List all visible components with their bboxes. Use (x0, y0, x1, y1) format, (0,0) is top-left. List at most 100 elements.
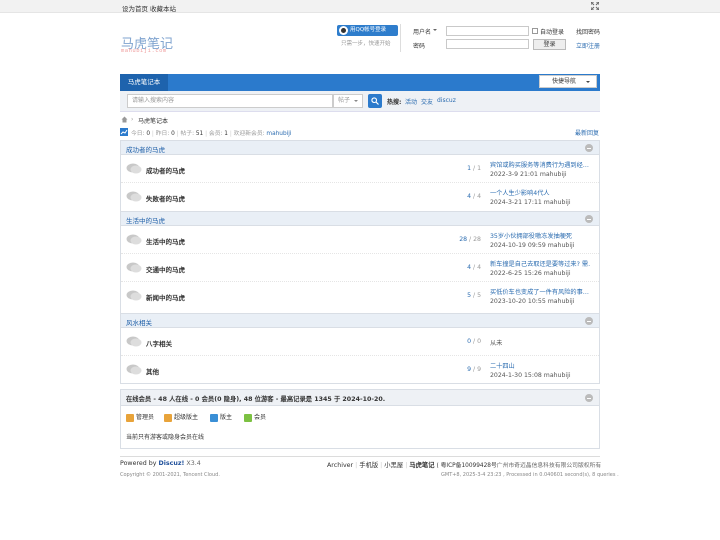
quick-nav-dropdown[interactable]: 快捷导航 (539, 75, 597, 88)
online-summary[interactable]: 在线会员 - 48 人在线 - 0 会员(0 隐身), 48 位游客 - 最高记… (121, 390, 599, 406)
main-nav (120, 74, 600, 91)
breadcrumb-separator: › (131, 116, 134, 123)
forum-bubble-icon (126, 364, 142, 375)
member-icon (244, 413, 252, 422)
login-button[interactable]: 登录 (533, 39, 566, 50)
set-home-link[interactable]: 设为首页 (122, 3, 148, 13)
last-post-title[interactable]: 35岁小伙拥部役嗷冻发抽梗死 (490, 231, 590, 240)
bookmark-link[interactable]: 收藏本站 (150, 3, 176, 13)
search-type-select[interactable]: 帖子 (333, 94, 363, 108)
last-post-info: 2023-10-20 10:55 mahubiji (490, 298, 575, 305)
category-block: 成功者的马虎 成功者的马虎 1 / 1 宾馆或购买服务等消费行为遇到经… 202… (120, 140, 600, 212)
forum-bubble-icon (126, 336, 142, 347)
last-post-title[interactable]: 一个人生少影响4代人 (490, 188, 590, 197)
nav-tab-home[interactable]: 马虎笔记本 (120, 74, 168, 91)
fullscreen-icon[interactable] (591, 2, 599, 10)
legend-moderator: 版主 (210, 412, 232, 422)
hot-search-link[interactable]: 活动 (405, 97, 417, 106)
icp-link[interactable]: ( 粤ICP备10099428号 (437, 463, 497, 469)
forum-row: 失败者的马虎 4 / 4 一个人生少影响4代人 2024-3-21 17:11 … (121, 183, 599, 211)
forum-row: 新闻中的马虎 5 / 5 买低价车也变成了一件有风险的事… 2023-10-20… (121, 282, 599, 310)
forum-counts: 4 / 4 (467, 264, 481, 271)
search-icon (371, 97, 379, 105)
forum-name[interactable]: 生活中的马虎 (146, 236, 185, 246)
last-post-info: 2024-3-21 17:11 mahubiji (490, 199, 571, 206)
hot-search-link[interactable]: 交友 (421, 97, 433, 106)
blacklist-link[interactable]: 小黑屋 (384, 462, 403, 469)
discuz-link[interactable]: Discuz! (159, 460, 185, 467)
company-text: 广州市奇迈晶信息科技有限公司版权所有 (496, 463, 602, 469)
last-post-title[interactable]: 买低价车也变成了一件有风险的事… (490, 287, 590, 296)
category-block: 风水相关 八字相关 0 / 0 从未 其他 9 / 9 二十四山 2024-1-… (120, 314, 600, 384)
collapse-icon[interactable] (585, 317, 593, 325)
processing-info: GMT+8, 2025-3-4 23:23 , Processed in 0.0… (441, 472, 619, 478)
search-button[interactable] (368, 94, 382, 108)
username-input[interactable] (446, 26, 529, 36)
footer-divider (120, 456, 600, 457)
search-input[interactable]: 请输入搜索内容 (127, 94, 333, 108)
forum-bubble-icon (126, 163, 142, 174)
find-password-link[interactable]: 找回密码 (576, 27, 600, 36)
footer-links: Archiver | 手机版 | 小黑屋 | 马虎笔记 ( 粤ICP备10099… (327, 462, 602, 469)
forum-name[interactable]: 交通中的马虎 (146, 264, 185, 274)
archiver-link[interactable]: Archiver (327, 462, 353, 469)
home-icon[interactable] (121, 116, 128, 123)
collapse-icon[interactable] (585, 394, 593, 402)
category-block: 生活中的马虎 生活中的马虎 28 / 28 35岁小伙拥部役嗷冻发抽梗死 202… (120, 212, 600, 314)
forum-row: 其他 9 / 9 二十四山 2024-1-30 15:08 mahubiji (121, 356, 599, 384)
mobile-link[interactable]: 手机版 (359, 462, 378, 469)
qq-login-button[interactable]: 用QQ帐号登录 (337, 25, 398, 36)
forum-row: 生活中的马虎 28 / 28 35岁小伙拥部役嗷冻发抽梗死 2024-10-19… (121, 226, 599, 254)
category-header: 生活中的马虎 (121, 212, 599, 226)
category-title[interactable]: 风水相关 (126, 317, 152, 327)
forum-name[interactable]: 成功者的马虎 (146, 165, 185, 175)
auto-login-label: 自动登录 (540, 29, 565, 36)
forum-name[interactable]: 八字相关 (146, 338, 172, 348)
copyright: Copyright © 2001-2021, Tencent Cloud. (120, 472, 220, 478)
hot-search-link[interactable]: discuz (437, 97, 456, 104)
chevron-down-icon[interactable] (433, 29, 437, 33)
last-post-info: 2024-10-19 09:59 mahubiji (490, 242, 575, 249)
forum-counts: 1 / 1 (467, 165, 481, 172)
category-title[interactable]: 成功者的马虎 (126, 144, 165, 154)
forum-bubble-icon (126, 234, 142, 245)
forum-name[interactable]: 其他 (146, 366, 159, 376)
forum-bubble-icon (126, 191, 142, 202)
moderator-icon (210, 413, 218, 422)
collapse-icon[interactable] (585, 215, 593, 223)
site-name-link[interactable]: 马虎笔记 (409, 462, 434, 469)
breadcrumb-current[interactable]: 马虎笔记本 (138, 116, 168, 125)
category-title[interactable]: 生活中的马虎 (126, 215, 165, 225)
category-header: 风水相关 (121, 314, 599, 328)
forum-counts: 5 / 5 (467, 292, 481, 299)
super-moderator-icon (164, 413, 172, 422)
qq-icon (339, 26, 348, 35)
password-input[interactable] (446, 39, 529, 49)
qq-login-note: 只需一步，快速开始 (341, 41, 391, 47)
collapse-icon[interactable] (585, 144, 593, 152)
powered-by: Powered by Discuz! X3.4 (120, 460, 201, 467)
last-post-title[interactable]: 二十四山 (490, 361, 590, 370)
forum-stats: 今日: 0 | 昨日: 0 | 帖子: 51 | 会员: 1 | 欢迎新会员: … (131, 131, 292, 137)
last-post-title[interactable]: 新车撞是自己去取还是要等过来? 需… (490, 259, 590, 268)
hot-search-label: 热搜: (387, 99, 402, 106)
top-bar: 设为首页 收藏本站 (0, 0, 720, 13)
password-label: 密码 (413, 43, 426, 50)
auto-login-checkbox[interactable] (532, 28, 538, 34)
newest-member-link[interactable]: mahubiji (266, 131, 291, 137)
register-link[interactable]: 立即注册 (576, 41, 600, 50)
latest-reply-link[interactable]: 最新回复 (575, 128, 599, 137)
forum-name[interactable]: 失败者的马虎 (146, 193, 185, 203)
chart-icon (120, 128, 128, 136)
forum-row: 交通中的马虎 4 / 4 新车撞是自己去取还是要等过来? 需… 2022-6-2… (121, 254, 599, 282)
online-block: 在线会员 - 48 人在线 - 0 会员(0 隐身), 48 位游客 - 最高记… (120, 389, 600, 449)
last-post-info: 2022-6-25 15:26 mahubiji (490, 270, 571, 277)
forum-name[interactable]: 新闻中的马虎 (146, 292, 185, 302)
category-header: 成功者的马虎 (121, 141, 599, 155)
last-post-title[interactable]: 宾馆或购买服务等消费行为遇到经… (490, 160, 590, 169)
legend-super-moderator: 超级版主 (164, 412, 198, 422)
username-label: 用户名 (413, 29, 432, 36)
forum-bubble-icon (126, 262, 142, 273)
last-post-info: 2024-1-30 15:08 mahubiji (490, 372, 571, 379)
last-post-info: 从未 (490, 340, 503, 347)
